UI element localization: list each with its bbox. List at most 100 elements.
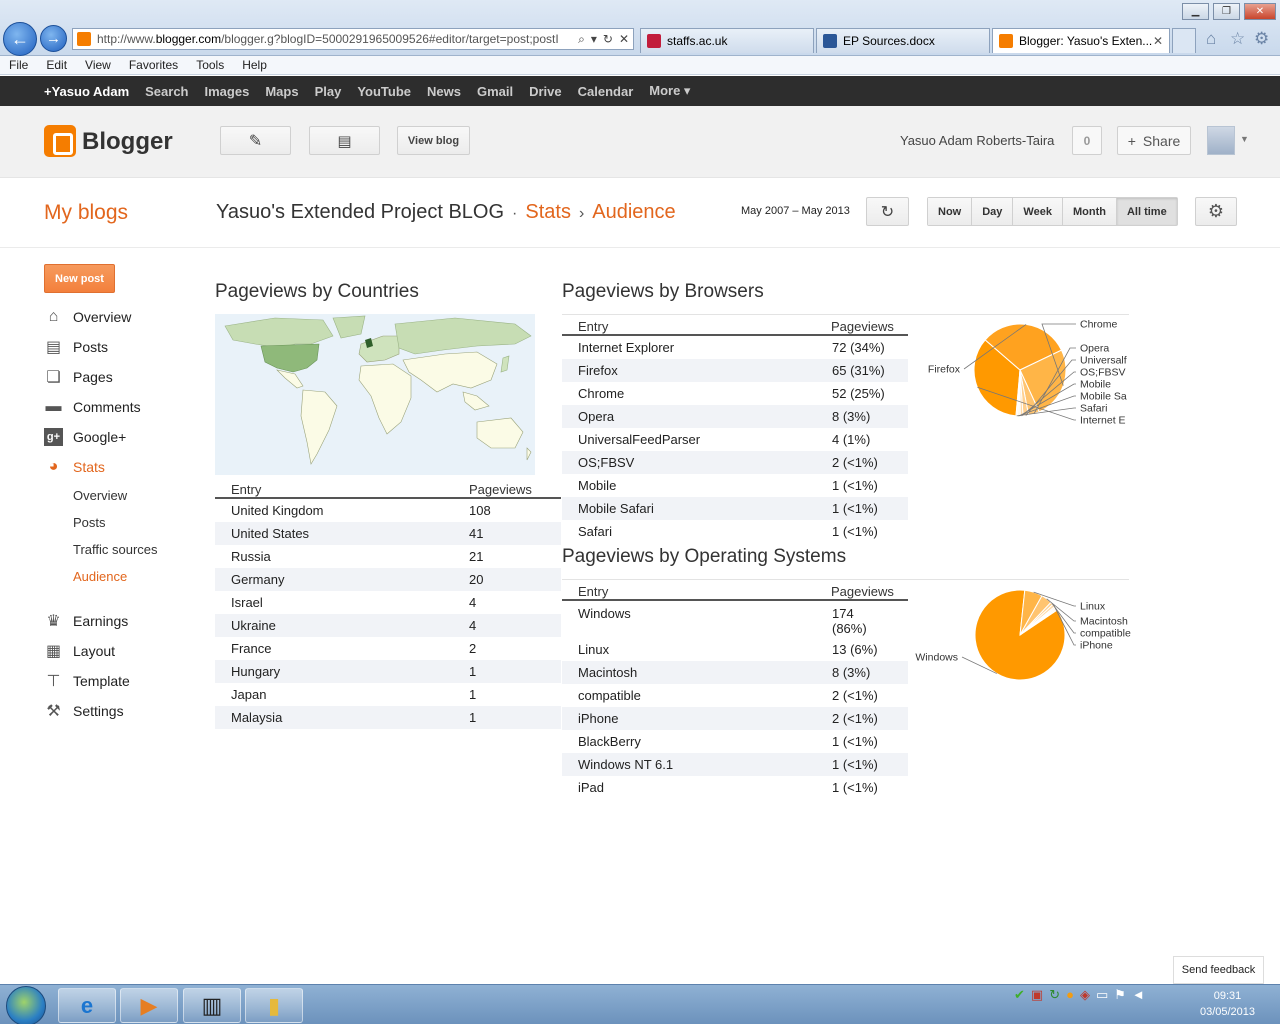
- chevron-down-icon[interactable]: ▼: [1240, 134, 1249, 144]
- stop-icon[interactable]: ✕: [619, 32, 629, 47]
- sidebar-item-layout[interactable]: ▦ Layout: [44, 642, 115, 660]
- breadcrumb-stats[interactable]: Stats: [525, 201, 571, 223]
- refresh-button[interactable]: ↻: [866, 197, 909, 226]
- reader-taskbar-icon[interactable]: ▥: [183, 988, 241, 1023]
- view-blog-button[interactable]: View blog: [397, 126, 470, 155]
- tools-gear-icon[interactable]: ⚙: [1254, 29, 1269, 49]
- table-row[interactable]: Windows NT 6.1 1 (<1%): [562, 753, 908, 776]
- favorites-star-icon[interactable]: ☆: [1230, 29, 1245, 49]
- notifications-count[interactable]: 0: [1072, 126, 1102, 155]
- table-row[interactable]: UniversalFeedParser 4 (1%): [562, 428, 908, 451]
- tray-network-icon[interactable]: ▭: [1096, 987, 1108, 1003]
- close-window-button[interactable]: ✕: [1244, 3, 1276, 20]
- table-row[interactable]: Japan 1: [215, 683, 561, 706]
- tab-staffs[interactable]: staffs.ac.uk: [640, 28, 814, 53]
- table-row[interactable]: compatible 2 (<1%): [562, 684, 908, 707]
- new-post-pencil-button[interactable]: ✎: [220, 126, 291, 155]
- table-row[interactable]: Hungary 1: [215, 660, 561, 683]
- tray-orange-icon[interactable]: ●: [1066, 987, 1074, 1003]
- settings-gear-button[interactable]: ⚙: [1195, 197, 1237, 226]
- table-row[interactable]: Macintosh 8 (3%): [562, 661, 908, 684]
- table-row[interactable]: United States 41: [215, 522, 561, 545]
- new-tab-button[interactable]: [1172, 28, 1196, 53]
- table-row[interactable]: United Kingdom 108: [215, 499, 561, 522]
- table-row[interactable]: Safari 1 (<1%): [562, 520, 908, 543]
- table-row[interactable]: Firefox 65 (31%): [562, 359, 908, 382]
- tray-check-icon[interactable]: ✔: [1014, 987, 1025, 1003]
- user-name[interactable]: Yasuo Adam Roberts-Taira: [900, 133, 1054, 148]
- table-row[interactable]: iPad 1 (<1%): [562, 776, 908, 799]
- folder-taskbar-icon[interactable]: ▮: [245, 988, 303, 1023]
- sidebar-item-posts[interactable]: ▤ Posts: [44, 338, 108, 356]
- table-row[interactable]: Opera 8 (3%): [562, 405, 908, 428]
- forward-button[interactable]: →: [40, 25, 67, 52]
- refresh-icon[interactable]: ↻: [603, 32, 613, 47]
- table-row[interactable]: BlackBerry 1 (<1%): [562, 730, 908, 753]
- gbar-images[interactable]: Images: [197, 84, 258, 99]
- range-day-button[interactable]: Day: [971, 198, 1013, 225]
- posts-list-button[interactable]: ▤: [309, 126, 380, 155]
- table-row[interactable]: iPhone 2 (<1%): [562, 707, 908, 730]
- os-pie-chart[interactable]: Linux MacintoshcompatibleiPhone Windows: [912, 586, 1132, 686]
- ie-taskbar-icon[interactable]: e: [58, 988, 116, 1023]
- tray-pdf-icon[interactable]: ▣: [1031, 987, 1043, 1003]
- restore-button[interactable]: ❐: [1213, 3, 1240, 20]
- table-row[interactable]: Malaysia 1: [215, 706, 561, 729]
- range-month-button[interactable]: Month: [1061, 198, 1116, 225]
- gbar-calendar[interactable]: Calendar: [570, 84, 642, 99]
- my-blogs-link[interactable]: My blogs: [44, 201, 128, 225]
- blog-name[interactable]: Yasuo's Extended Project BLOG: [216, 201, 504, 223]
- sidebar-item-earnings[interactable]: ♛ Earnings: [44, 612, 128, 630]
- gbar-gmail[interactable]: Gmail: [469, 84, 521, 99]
- blogger-logo-icon[interactable]: [44, 125, 76, 157]
- close-tab-icon[interactable]: ✕: [1153, 34, 1163, 48]
- table-row[interactable]: Mobile Safari 1 (<1%): [562, 497, 908, 520]
- table-row[interactable]: Chrome 52 (25%): [562, 382, 908, 405]
- gbar-search[interactable]: Search: [137, 84, 196, 99]
- gbar-more[interactable]: More ▾: [641, 83, 698, 99]
- range-week-button[interactable]: Week: [1012, 198, 1062, 225]
- table-row[interactable]: Linux 13 (6%): [562, 638, 908, 661]
- tray-volume-icon[interactable]: ◄: [1132, 987, 1145, 1003]
- share-button[interactable]: + Share: [1117, 126, 1191, 155]
- clock[interactable]: 09:31 03/05/2013: [1190, 988, 1265, 1020]
- gbar-maps[interactable]: Maps: [257, 84, 306, 99]
- menu-favorites[interactable]: Favorites: [120, 58, 187, 72]
- sidebar-item-template[interactable]: ⊤ Template: [44, 672, 130, 690]
- gbar-drive[interactable]: Drive: [521, 84, 570, 99]
- home-icon[interactable]: ⌂: [1206, 29, 1216, 49]
- menu-view[interactable]: View: [76, 58, 120, 72]
- gbar-youtube[interactable]: YouTube: [349, 84, 419, 99]
- start-button[interactable]: [6, 986, 46, 1024]
- sidebar-item-comments[interactable]: ▬ Comments: [44, 398, 141, 416]
- menu-file[interactable]: File: [0, 58, 37, 72]
- sidebar-item-overview[interactable]: ⌂ Overview: [44, 308, 132, 326]
- range-alltime-button[interactable]: All time: [1115, 198, 1177, 225]
- table-row[interactable]: Russia 21: [215, 545, 561, 568]
- world-map[interactable]: [215, 314, 535, 475]
- gbar-play[interactable]: Play: [307, 84, 350, 99]
- menu-help[interactable]: Help: [233, 58, 276, 72]
- tab-blogger[interactable]: Blogger: Yasuo's Exten... ✕: [992, 28, 1170, 53]
- table-row[interactable]: Ukraine 4: [215, 614, 561, 637]
- tab-ep-sources[interactable]: EP Sources.docx: [816, 28, 990, 53]
- stats-sub-overview[interactable]: Overview: [73, 488, 127, 503]
- sidebar-item-googleplus[interactable]: g+ Google+: [44, 428, 126, 446]
- address-bar[interactable]: http://www.blogger.com/blogger.g?blogID=…: [72, 28, 634, 50]
- minimize-button[interactable]: ▁: [1182, 3, 1209, 20]
- table-row[interactable]: OS;FBSV 2 (<1%): [562, 451, 908, 474]
- stats-sub-audience[interactable]: Audience: [73, 569, 127, 584]
- gbar-profile[interactable]: +Yasuo Adam: [36, 84, 137, 99]
- stats-sub-traffic-sources[interactable]: Traffic sources: [73, 542, 158, 557]
- avatar[interactable]: [1207, 126, 1235, 155]
- sidebar-item-pages[interactable]: ❏ Pages: [44, 368, 112, 386]
- send-feedback-button[interactable]: Send feedback: [1173, 956, 1264, 984]
- menu-edit[interactable]: Edit: [37, 58, 76, 72]
- sidebar-item-settings[interactable]: ⚒ Settings: [44, 702, 123, 720]
- table-row[interactable]: Germany 20: [215, 568, 561, 591]
- table-row[interactable]: Windows 174 (86%): [562, 601, 908, 638]
- table-row[interactable]: France 2: [215, 637, 561, 660]
- sidebar-item-stats[interactable]: ◕ Stats: [44, 458, 105, 476]
- blogger-logo-text[interactable]: Blogger: [82, 128, 173, 156]
- tray-shield-icon[interactable]: ◈: [1080, 987, 1090, 1003]
